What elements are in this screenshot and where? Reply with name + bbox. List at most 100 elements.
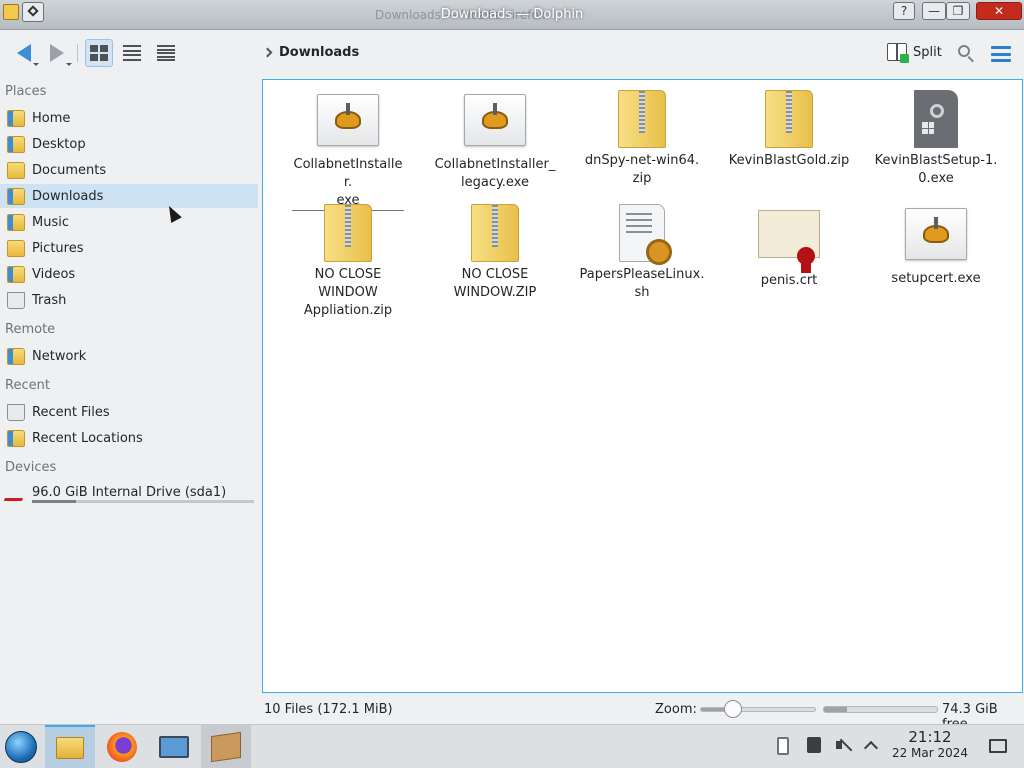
certificate-icon [758, 210, 820, 273]
breadcrumb[interactable]: Downloads [262, 45, 359, 60]
sidebar-item-label: Downloads [32, 188, 104, 204]
close-button[interactable]: ✕ [976, 2, 1022, 20]
icons-view-icon [90, 45, 108, 61]
back-arrow-icon [17, 44, 31, 62]
split-button[interactable]: Split [887, 43, 942, 63]
chevron-up-icon[interactable] [863, 740, 879, 756]
sidebar-item-downloads[interactable]: Downloads [0, 184, 258, 208]
help-button[interactable]: ? [893, 2, 915, 20]
show-desktop-button[interactable] [989, 739, 1007, 753]
sidebar-item-pictures[interactable]: Pictures [0, 236, 258, 260]
details-view-icon [157, 45, 175, 61]
sidebar-item-network[interactable]: Network [0, 344, 258, 368]
file-name: NO CLOSE WINDOW.ZIP [453, 267, 537, 300]
taskbar: 21:12 22 Mar 2024 [0, 724, 1024, 768]
sidebar-item-recent-files[interactable]: Recent Files [0, 400, 258, 424]
sidebar-item-label: Recent Files [32, 404, 110, 420]
details-view-button[interactable] [152, 39, 180, 67]
sidebar-item-music[interactable]: Music [0, 210, 258, 234]
music-folder-icon [7, 214, 25, 231]
zip-icon [471, 204, 519, 262]
forward-arrow-icon [50, 44, 64, 62]
sidebar-item-documents[interactable]: Documents [0, 158, 258, 182]
status-bar: 10 Files (172.1 MiB) Zoom: 74.3 GiB free [0, 694, 1024, 732]
section-remote: Remote [5, 322, 56, 337]
recent-locations-icon [7, 430, 25, 447]
sidebar-item-label: 96.0 GiB Internal Drive (sda1) [32, 484, 227, 500]
file-item[interactable]: CollabnetInstaller_ legacy.exe [430, 90, 560, 192]
file-view[interactable]: CollabnetInstaller. exe CollabnetInstalle… [262, 79, 1023, 693]
file-name: penis.crt [760, 273, 818, 288]
sidebar-item-desktop[interactable]: Desktop [0, 132, 258, 156]
split-label: Split [913, 44, 942, 60]
breadcrumb-downloads[interactable]: Downloads [279, 45, 359, 60]
compact-view-icon [123, 45, 141, 61]
volume-muted-icon[interactable] [836, 737, 852, 753]
system-settings-task[interactable] [149, 725, 199, 768]
folder-icon [56, 737, 84, 759]
file-item[interactable]: KevinBlastSetup-1. 0.exe [871, 90, 1001, 188]
back-button[interactable] [10, 39, 39, 67]
sidebar-item-label: Recent Locations [32, 430, 143, 446]
section-places: Places [5, 84, 47, 99]
file-name: PapersPleaseLinux. sh [579, 267, 705, 300]
file-manager-task[interactable] [45, 725, 95, 768]
file-item[interactable]: dnSpy-net-win64. zip [577, 90, 707, 188]
file-item[interactable]: PapersPleaseLinux. sh [577, 204, 707, 302]
section-recent: Recent [5, 378, 50, 393]
notes-icon[interactable] [807, 737, 821, 753]
file-name: KevinBlastSetup-1. 0.exe [874, 153, 998, 186]
zip-icon [324, 204, 372, 262]
file-item[interactable]: CollabnetInstaller. exe [283, 90, 413, 211]
file-count: 10 Files (172.1 MiB) [264, 702, 393, 717]
file-item[interactable]: setupcert.exe [871, 204, 1001, 288]
archive-task[interactable] [201, 725, 251, 768]
icons-view-button[interactable] [85, 39, 113, 67]
monitor-icon [159, 736, 189, 758]
home-folder-icon [7, 110, 25, 127]
toolbar-separator [77, 44, 78, 62]
file-item[interactable]: penis.crt [724, 204, 854, 290]
section-devices: Devices [5, 460, 57, 475]
minimize-button[interactable]: — [922, 2, 946, 20]
hard-drive-icon [3, 484, 29, 501]
clock-time: 21:12 [908, 728, 952, 746]
file-name: setupcert.exe [891, 271, 981, 286]
pictures-folder-icon [7, 240, 25, 257]
sidebar-item-internal-drive[interactable]: 96.0 GiB Internal Drive (sda1) [0, 480, 258, 504]
window-titlebar[interactable]: Downloads — Mozilla Firefox Downloads — … [0, 0, 1024, 30]
zoom-slider-handle[interactable] [723, 700, 742, 718]
sidebar-item-label: Trash [32, 292, 67, 308]
sidebar-item-label: Music [32, 214, 69, 230]
network-folder-icon [7, 348, 25, 365]
file-item[interactable]: KevinBlastGold.zip [724, 90, 854, 170]
setup-exe-icon [914, 90, 958, 148]
file-item[interactable]: NO CLOSE WINDOW.ZIP [430, 204, 560, 302]
file-name: KevinBlastGold.zip [728, 153, 850, 168]
forward-button[interactable] [43, 39, 72, 67]
maximize-button[interactable]: ❐ [946, 2, 970, 20]
trash-icon [7, 292, 25, 309]
sidebar-item-recent-locations[interactable]: Recent Locations [0, 426, 258, 450]
file-name: CollabnetInstaller. exe [292, 156, 404, 211]
exe-icon [317, 94, 379, 146]
zoom-slider[interactable] [700, 700, 816, 718]
chevron-right-icon [262, 47, 273, 58]
file-name: CollabnetInstaller_ legacy.exe [434, 157, 556, 190]
file-item[interactable]: NO CLOSE WINDOW Appliation.zip [283, 204, 413, 320]
downloads-folder-icon [7, 188, 25, 205]
clock[interactable]: 21:12 22 Mar 2024 [890, 729, 970, 761]
firefox-icon [107, 732, 137, 762]
search-button[interactable] [957, 44, 977, 64]
sidebar-item-home[interactable]: Home [0, 106, 258, 130]
sidebar-item-trash[interactable]: Trash [0, 288, 258, 312]
firefox-task[interactable] [97, 725, 147, 768]
sidebar-item-label: Videos [32, 266, 76, 282]
clipboard-icon[interactable] [777, 737, 789, 755]
sidebar-item-videos[interactable]: Videos [0, 262, 258, 286]
compact-view-button[interactable] [118, 39, 146, 67]
file-name: NO CLOSE WINDOW Appliation.zip [303, 267, 393, 318]
hamburger-menu-button[interactable] [991, 46, 1011, 62]
exe-icon [464, 94, 526, 146]
start-menu-button[interactable] [5, 731, 37, 763]
